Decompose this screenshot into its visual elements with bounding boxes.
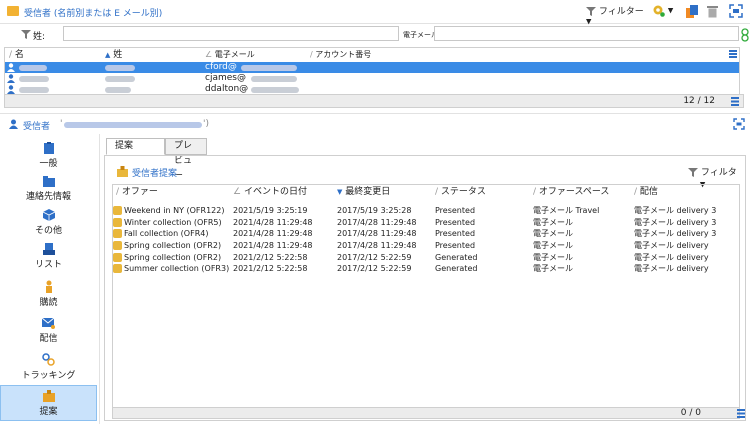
tracking-icon	[42, 353, 55, 366]
column-header-offer-space[interactable]: / オファースペース	[533, 185, 635, 199]
filter-icon	[688, 167, 698, 177]
filter-icon	[21, 30, 31, 39]
offer-icon	[113, 264, 122, 273]
column-header-email[interactable]: ∠ 電子メール	[205, 48, 310, 62]
nav-item-contact[interactable]: 連絡先情報	[0, 176, 97, 202]
user-icon	[7, 63, 15, 72]
table-row[interactable]: Fall collection (OFR4) 2021/4/28 11:29:4…	[113, 228, 739, 239]
tab-preview[interactable]: プレビュー	[165, 138, 207, 181]
nav-item-tracking[interactable]: トラッキング	[0, 353, 97, 381]
user-icon	[7, 74, 15, 83]
nav-item-general[interactable]: 一般	[0, 142, 97, 169]
user-icon	[45, 280, 52, 293]
table-row[interactable]: Spring collection (OFR2) 2021/2/12 5:22:…	[113, 252, 739, 263]
user-icon	[7, 85, 15, 94]
filter-icon	[586, 6, 596, 16]
table-row[interactable]: cjames@	[5, 73, 739, 84]
proposals-grid: / オファー ∠ イベントの日付 ▼ 最終変更日 / ステータス / オファース…	[112, 184, 740, 408]
table-row[interactable]: cford@	[5, 62, 739, 73]
nav-item-label: 提案	[39, 407, 58, 417]
refresh-icon[interactable]	[741, 28, 749, 42]
cube-icon	[42, 209, 55, 221]
search-row: 姓: 電子メール	[0, 24, 750, 46]
clipboard-icon	[43, 142, 54, 154]
fullscreen-icon[interactable]	[729, 4, 743, 18]
gear-add-icon	[653, 5, 665, 17]
last-name-label: 姓:	[33, 32, 46, 42]
column-header-last-modified[interactable]: ▼ 最終変更日	[337, 185, 437, 199]
nav-item-label: リスト	[34, 260, 62, 270]
table-row[interactable]: Spring collection (OFR2) 2021/4/28 11:29…	[113, 240, 739, 251]
record-count: 12 / 12	[683, 96, 715, 106]
list-icon	[42, 243, 55, 255]
fullscreen-icon[interactable]	[733, 118, 745, 130]
top-header: 受信者 (名前別または E メール別) フィルター ▼ ▼	[0, 0, 750, 26]
proposals-header: 受信者提案 フィルター ▼	[112, 163, 740, 191]
column-header-last-name[interactable]: ▲ 姓	[105, 48, 205, 62]
table-row[interactable]: Summer collection (OFR3) 2021/2/12 5:22:…	[113, 263, 739, 274]
list-menu-icon[interactable]	[731, 97, 739, 106]
recipient-label: 受信者	[23, 122, 51, 132]
nav-item-delivery[interactable]: 配信	[0, 317, 97, 344]
list-menu-icon[interactable]	[737, 409, 745, 418]
column-header-delivery[interactable]: / 配信	[634, 185, 734, 199]
nav-item-label: 配信	[39, 334, 58, 344]
offer-icon	[113, 229, 122, 238]
folder-icon	[7, 6, 19, 16]
user-icon	[9, 119, 18, 129]
table-row[interactable]: Winter collection (OFR5) 2021/4/28 11:29…	[113, 217, 739, 228]
proposals-grid-footer: 0 / 0	[112, 407, 745, 419]
column-menu-icon[interactable]	[729, 49, 737, 59]
email-cell: cjames@	[205, 73, 246, 83]
recipients-grid-footer: 12 / 12	[4, 94, 744, 108]
offer-icon	[113, 253, 122, 262]
nav-item-label: トラッキング	[21, 371, 76, 381]
proposal-icon	[42, 390, 55, 402]
tab-proposals[interactable]: 提案	[106, 138, 165, 155]
offer-icon	[113, 241, 122, 250]
offer-icon	[113, 206, 122, 215]
column-header-first-name[interactable]: / 名	[9, 48, 105, 62]
record-count: 0 / 0	[680, 408, 701, 418]
nav-item-list[interactable]: リスト	[0, 243, 97, 270]
nav-item-label: その他	[34, 226, 62, 236]
offer-icon	[113, 218, 122, 227]
recipient-bar: 受信者 ' ')	[0, 113, 750, 133]
chevron-down-icon: ▼	[667, 6, 674, 15]
actions-button[interactable]: ▼	[652, 4, 678, 20]
email-input[interactable]	[434, 26, 739, 41]
nav-item-label: 一般	[39, 159, 58, 169]
filter-label: フィルター	[598, 7, 644, 17]
email-label: 電子メール	[403, 31, 438, 39]
proposal-icon	[117, 166, 128, 177]
proposals-title: 受信者提案	[132, 169, 178, 179]
trash-icon[interactable]	[707, 5, 718, 18]
last-name-input[interactable]	[63, 26, 399, 41]
open-icon[interactable]	[686, 5, 698, 18]
table-row[interactable]: Weekend in NY (OFR122) 2021/5/19 3:25:19…	[113, 205, 739, 216]
folder-icon	[42, 176, 55, 187]
nav-item-label: 連絡先情報	[25, 192, 71, 202]
nav-item-label: 購読	[39, 298, 58, 308]
nav-item-other[interactable]: その他	[0, 209, 97, 236]
left-nav: 一般 連絡先情報 その他 リスト 購読 配信 トラッキング 提案	[0, 134, 100, 424]
column-header-account[interactable]: / アカウント番号	[310, 48, 510, 62]
filter-button[interactable]: フィルター ▼	[586, 4, 646, 26]
nav-item-subscription[interactable]: 購読	[0, 280, 97, 308]
column-header-status[interactable]: / ステータス	[435, 185, 533, 199]
column-header-offer[interactable]: / オファー	[116, 185, 232, 199]
envelope-icon	[42, 317, 55, 329]
column-header-event-date[interactable]: ∠ イベントの日付	[233, 185, 337, 199]
page-title: 受信者 (名前別または E メール別)	[24, 9, 163, 19]
email-cell: cford@	[205, 62, 237, 72]
nav-item-proposals[interactable]: 提案	[0, 385, 97, 421]
